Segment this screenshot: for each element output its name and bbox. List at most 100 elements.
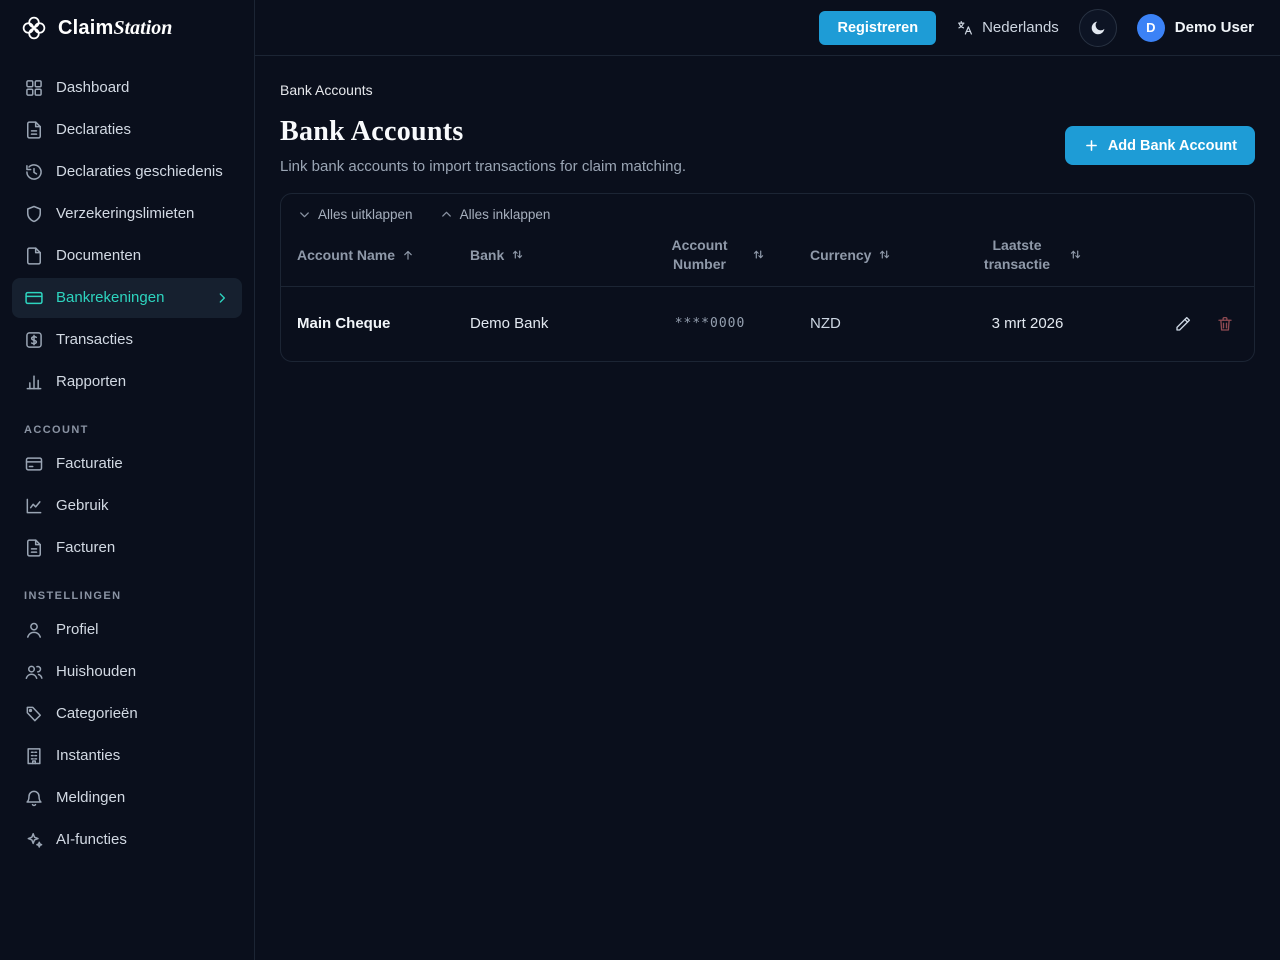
column-label: Account Number xyxy=(671,237,728,272)
brand-logo[interactable]: ClaimStation xyxy=(0,0,254,56)
cell-bank: Demo Bank xyxy=(470,315,549,333)
column-header-bank[interactable]: Bank xyxy=(470,247,620,263)
sidebar: ClaimStation Dashboard Declaraties Decla… xyxy=(0,0,255,960)
column-label: Currency xyxy=(810,246,872,263)
sort-icon xyxy=(510,247,525,262)
bell-icon xyxy=(24,788,44,808)
bar-chart-icon xyxy=(24,372,44,392)
cell-account-number: ****0000 xyxy=(674,316,746,332)
sidebar-item-label: Transacties xyxy=(56,331,133,348)
plus-icon xyxy=(1083,137,1100,154)
avatar: D xyxy=(1136,13,1165,42)
column-header-account-number[interactable]: Account Number xyxy=(620,236,800,274)
add-bank-account-label: Add Bank Account xyxy=(1107,137,1237,154)
shield-icon xyxy=(24,204,44,224)
app-window: ClaimStation Dashboard Declaraties Decla… xyxy=(0,0,1280,960)
register-button[interactable]: Registreren xyxy=(819,10,937,45)
section-label-account: ACCOUNT xyxy=(24,424,89,436)
breadcrumb[interactable]: Bank Accounts xyxy=(280,82,1255,98)
sidebar-item-label: Categorieën xyxy=(56,705,138,722)
sort-icon xyxy=(1068,247,1083,262)
sidebar-item-transacties[interactable]: Transacties xyxy=(12,320,242,360)
sidebar-item-instanties[interactable]: Instanties xyxy=(12,736,242,776)
dashboard-icon xyxy=(24,78,44,98)
sidebar-item-label: Rapporten xyxy=(56,373,127,390)
brand-name: ClaimStation xyxy=(58,17,172,40)
column-header-laatste-transactie[interactable]: Laatste transactie xyxy=(930,236,1125,274)
sidebar-item-ai-functies[interactable]: AI-functies xyxy=(12,820,242,860)
moon-icon xyxy=(1089,19,1107,37)
sidebar-item-facturen[interactable]: Facturen xyxy=(12,528,242,568)
invoice-icon xyxy=(24,538,44,558)
sidebar-item-declaraties-geschiedenis[interactable]: Declaraties geschiedenis xyxy=(12,152,242,192)
column-header-currency[interactable]: Currency xyxy=(800,247,930,263)
delete-button[interactable] xyxy=(1212,311,1238,337)
user-icon xyxy=(24,620,44,640)
row-actions xyxy=(1125,311,1238,337)
trash-icon xyxy=(1216,315,1234,333)
edit-button[interactable] xyxy=(1170,311,1196,337)
brand-first: Claim xyxy=(58,16,114,39)
sidebar-item-dashboard[interactable]: Dashboard xyxy=(12,68,242,108)
add-bank-account-button[interactable]: Add Bank Account xyxy=(1064,126,1255,165)
sidebar-item-gebruik[interactable]: Gebruik xyxy=(12,486,242,526)
sidebar-item-bankrekeningen[interactable]: Bankrekeningen xyxy=(12,278,242,318)
sidebar-item-label: Declaraties geschiedenis xyxy=(56,163,223,180)
cell-last-transaction: 3 mrt 2026 xyxy=(991,315,1064,333)
column-label: Account Name xyxy=(297,246,396,263)
sidebar-item-facturatie[interactable]: Facturatie xyxy=(12,444,242,484)
page-header-text: Bank Accounts Link bank accounts to impo… xyxy=(280,116,686,175)
page-content: Bank Accounts Bank Accounts Link bank ac… xyxy=(255,56,1280,388)
sort-icon xyxy=(877,247,892,262)
brand-second: Station xyxy=(113,16,173,39)
collapse-all-label: Alles inklappen xyxy=(459,207,551,222)
cell-currency: NZD xyxy=(810,315,841,333)
collapse-all-button[interactable]: Alles inklappen xyxy=(439,207,551,222)
chevron-right-icon xyxy=(214,290,230,306)
chevron-down-icon xyxy=(297,207,312,222)
sidebar-item-label: Facturatie xyxy=(56,455,123,472)
language-label: Nederlands xyxy=(982,19,1059,36)
dark-mode-toggle[interactable] xyxy=(1078,8,1117,47)
sidebar-item-rapporten[interactable]: Rapporten xyxy=(12,362,242,402)
history-icon xyxy=(24,162,44,182)
sort-ascending-icon xyxy=(401,248,415,262)
user-menu[interactable]: D Demo User xyxy=(1136,13,1254,42)
billing-card-icon xyxy=(24,454,44,474)
sidebar-item-label: Huishouden xyxy=(56,663,137,680)
section-label-instellingen: INSTELLINGEN xyxy=(24,590,122,602)
sidebar-item-label: Documenten xyxy=(56,247,142,264)
table-row: Main Cheque Demo Bank ****0000 NZD 3 mrt… xyxy=(281,285,1254,361)
usage-chart-icon xyxy=(24,496,44,516)
expand-all-button[interactable]: Alles uitklappen xyxy=(297,207,413,222)
sparkles-icon xyxy=(24,830,44,850)
column-label: Bank xyxy=(470,246,505,263)
sidebar-item-label: Profiel xyxy=(56,621,99,638)
sidebar-item-verzekeringslimieten[interactable]: Verzekeringslimieten xyxy=(12,194,242,234)
tag-icon xyxy=(24,704,44,724)
page-title: Bank Accounts xyxy=(280,116,464,147)
sidebar-item-label: Declaraties xyxy=(56,121,132,138)
sidebar-item-documenten[interactable]: Documenten xyxy=(12,236,242,276)
sidebar-item-meldingen[interactable]: Meldingen xyxy=(12,778,242,818)
credit-card-icon xyxy=(24,288,44,308)
sidebar-item-label: Dashboard xyxy=(56,79,130,96)
top-bar: Registreren Nederlands D Demo User xyxy=(255,0,1280,56)
cell-account-name: Main Cheque xyxy=(297,315,391,333)
sidebar-item-categorieen[interactable]: Categorieën xyxy=(12,694,242,734)
sidebar-item-label: Verzekeringslimieten xyxy=(56,205,195,222)
sidebar-item-profiel[interactable]: Profiel xyxy=(12,610,242,650)
main-column: Registreren Nederlands D Demo User Bank … xyxy=(255,0,1280,960)
language-selector[interactable]: Nederlands xyxy=(956,19,1059,37)
sidebar-item-label: AI-functies xyxy=(56,831,127,848)
building-icon xyxy=(24,746,44,766)
sidebar-item-huishouden[interactable]: Huishouden xyxy=(12,652,242,692)
column-header-account-name[interactable]: Account Name xyxy=(297,247,470,263)
pencil-icon xyxy=(1174,315,1192,333)
column-label: Laatste transactie xyxy=(983,237,1051,272)
expand-all-label: Alles uitklappen xyxy=(318,207,413,222)
table-controls: Alles uitklappen Alles inklappen xyxy=(281,194,1254,228)
sidebar-item-declaraties[interactable]: Declaraties xyxy=(12,110,242,150)
sidebar-item-label: Meldingen xyxy=(56,789,126,806)
flower-logo-icon xyxy=(20,14,48,42)
